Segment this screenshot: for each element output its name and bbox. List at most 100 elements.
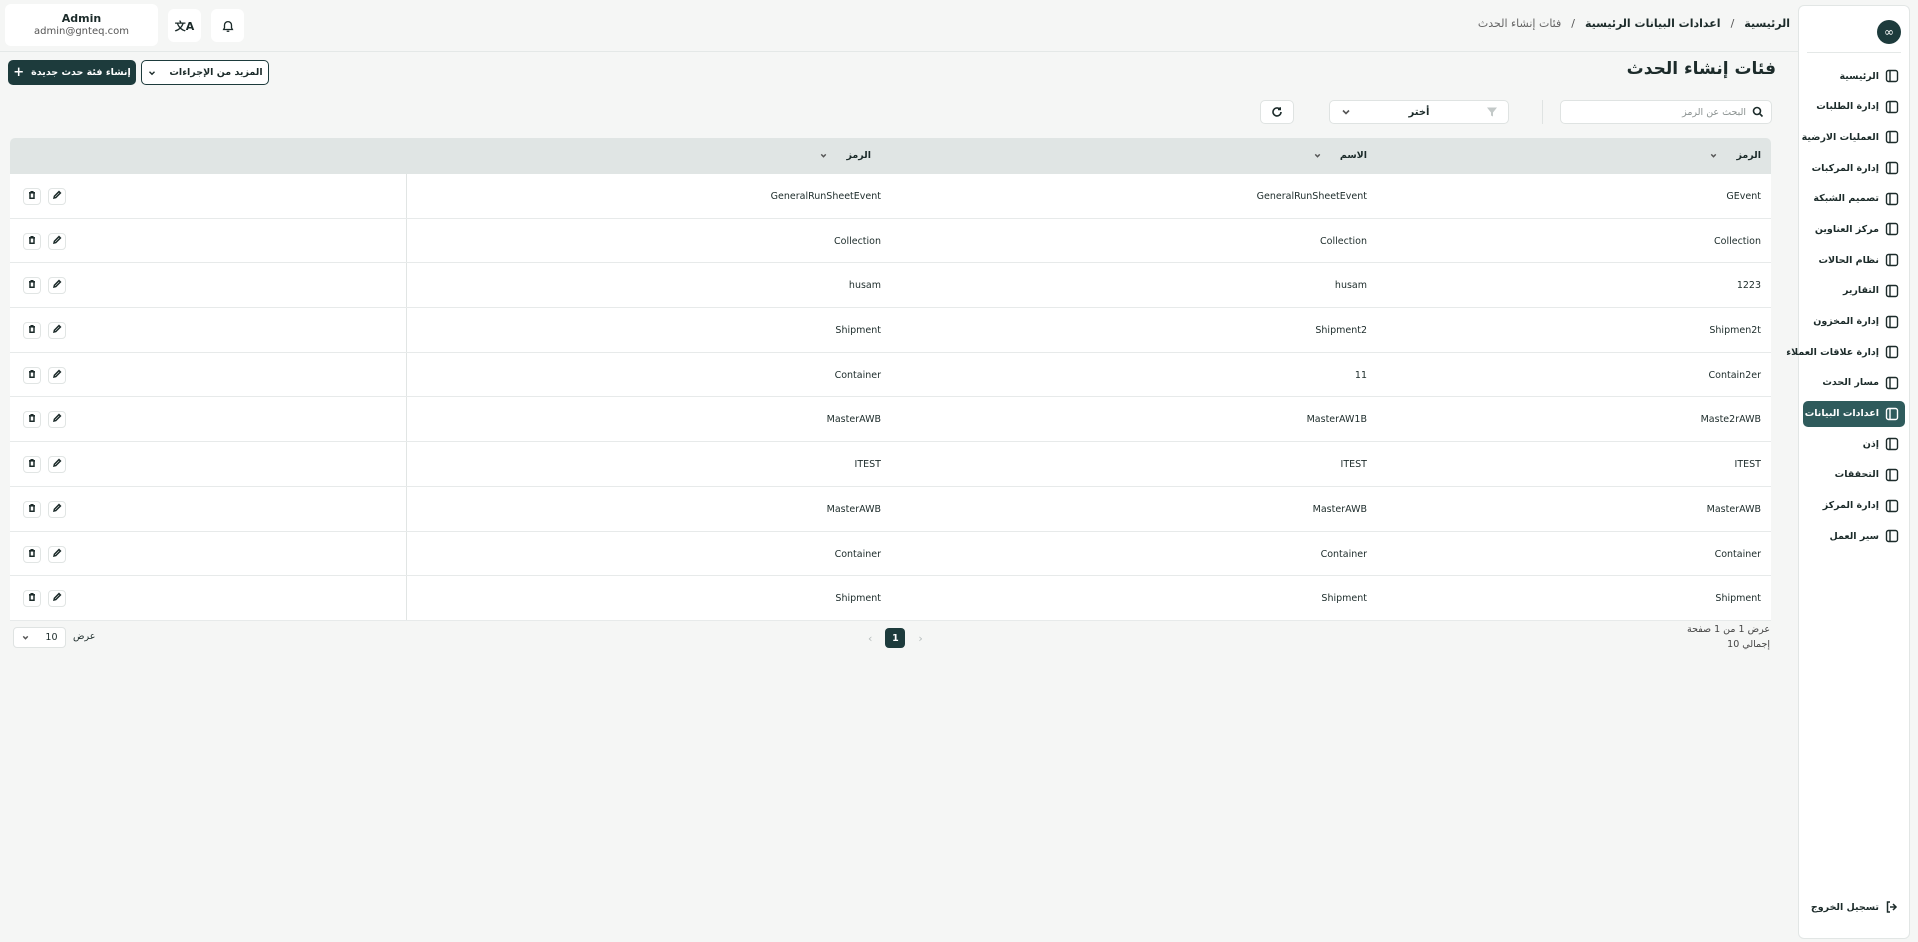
search-icon	[1752, 106, 1764, 118]
sidebar-item[interactable]: مسار الحدث	[1803, 370, 1905, 396]
page-info-text: عرض 1 من 1 صفحة	[1686, 624, 1770, 635]
edit-button[interactable]	[48, 322, 66, 340]
cell-code: ITEST	[1734, 459, 1761, 471]
cell-name: 11	[1354, 369, 1367, 381]
notifications-button[interactable]	[211, 9, 244, 42]
column-divider	[406, 531, 407, 576]
pagination: ‹ 1 ›	[868, 628, 923, 648]
sidebar-item-label: العمليات الارضية	[1801, 131, 1879, 143]
table-row: Shipment Shipment Shipment	[10, 576, 1771, 621]
edit-button[interactable]	[48, 188, 66, 205]
column-divider	[406, 352, 407, 397]
edit-button[interactable]	[48, 411, 66, 429]
sidebar-item-label: إدارة المركبات	[1811, 162, 1879, 174]
chevron-down-icon	[1711, 153, 1717, 158]
pencil-icon	[52, 503, 62, 516]
cell-name: GeneralRunSheetEvent	[1256, 191, 1367, 202]
breadcrumb-home[interactable]: الرئيسية	[1744, 17, 1790, 30]
per-page-select[interactable]: 10	[13, 627, 66, 648]
delete-button[interactable]	[23, 322, 41, 340]
sidebar-item[interactable]: الرئيسية	[1803, 63, 1905, 89]
create-event-category-button[interactable]: + إنشاء فئة حدث جديدة	[8, 60, 136, 85]
sidebar-item-label: سير العمل	[1829, 530, 1879, 542]
sidebar-item[interactable]: إدارة المركز	[1803, 493, 1905, 519]
edit-button[interactable]	[48, 500, 66, 518]
translate-button[interactable]: 文A	[168, 9, 201, 42]
sidebar-item[interactable]: اعدادات البيانات	[1803, 400, 1905, 427]
delete-button[interactable]	[23, 411, 41, 429]
edit-button[interactable]	[48, 456, 66, 474]
delete-button[interactable]	[23, 545, 41, 563]
column-divider	[406, 218, 407, 263]
delete-button[interactable]	[23, 456, 41, 474]
event-categories-table: الرمز الاسم الرمز GEvent GeneralRunSheetE…	[10, 138, 1771, 621]
app-logo[interactable]: ∞	[1877, 20, 1901, 44]
delete-button[interactable]	[23, 277, 41, 295]
edit-button[interactable]	[48, 232, 66, 250]
search-box[interactable]	[1560, 100, 1772, 124]
table-row: GEvent GeneralRunSheetEvent GeneralRunShee…	[10, 174, 1771, 219]
sidebar-item[interactable]: إدارة علاقات العملاء	[1786, 339, 1905, 365]
sidebar-item[interactable]: العمليات الارضية	[1801, 124, 1905, 150]
delete-button[interactable]	[23, 590, 41, 608]
sidebar-item[interactable]: إدارة المركبات	[1803, 155, 1905, 181]
pencil-icon	[52, 279, 62, 292]
logout-icon	[1886, 901, 1898, 913]
cell-code: 1223	[1736, 280, 1761, 292]
column-header-code[interactable]: الرمز	[1709, 150, 1761, 161]
sidebar-item[interactable]: التحققات	[1803, 462, 1905, 488]
sidebar-item[interactable]: سير العمل	[1803, 523, 1905, 549]
trash-icon	[27, 458, 37, 471]
edit-button[interactable]	[48, 590, 66, 608]
table-row: MasterAWB MasterAWB MasterAWB	[10, 486, 1771, 532]
sidebar-item[interactable]: التقارير	[1803, 278, 1905, 304]
delete-button[interactable]	[23, 232, 41, 250]
sidebar-item[interactable]: نظام الحالات	[1803, 247, 1905, 273]
table-row: Maste2rAWB MasterAW1B MasterAWB	[10, 397, 1771, 443]
cell-name: Shipment2	[1315, 325, 1367, 337]
table-row: Container Container Container	[10, 531, 1771, 577]
column-header-name[interactable]: الاسم	[1313, 150, 1367, 161]
edit-button[interactable]	[48, 277, 66, 295]
logout-button[interactable]: تسجيل الخروج	[1811, 900, 1899, 914]
edit-button[interactable]	[48, 366, 66, 384]
cell-code-2: Container	[834, 548, 881, 560]
cell-code-2: husam	[848, 280, 881, 292]
breadcrumb-section[interactable]: اعدادات البيانات الرئيسية	[1585, 17, 1721, 30]
route-icon	[1884, 375, 1900, 391]
cell-name: ITEST	[1340, 459, 1367, 471]
trash-icon	[27, 413, 37, 426]
sidebar-item[interactable]: تصميم الشبكة	[1803, 186, 1905, 212]
sidebar-item-label: نظام الحالات	[1818, 254, 1879, 266]
next-page-button[interactable]: ›	[918, 632, 922, 645]
search-input[interactable]	[1576, 106, 1746, 118]
delete-button[interactable]	[23, 500, 41, 518]
sidebar-item-label: إدارة علاقات العملاء	[1786, 346, 1879, 358]
filter-select[interactable]: أختر	[1329, 100, 1509, 124]
table-header: الرمز الاسم الرمز	[10, 138, 1771, 174]
refresh-button[interactable]	[1260, 100, 1294, 124]
sidebar-item[interactable]: إدارة المخزون	[1803, 309, 1905, 335]
page-number-button[interactable]: 1	[885, 628, 906, 648]
trash-icon	[27, 503, 37, 516]
trash-icon	[27, 592, 37, 605]
sidebar-item[interactable]: إدارة الطلبات	[1803, 94, 1905, 120]
cell-code-2: MasterAWB	[826, 503, 881, 515]
tools-icon	[1884, 467, 1900, 483]
hub-icon	[1884, 498, 1900, 514]
more-actions-button[interactable]: المزيد من الإجراءات	[141, 60, 269, 85]
cell-code: Shipment	[1715, 593, 1761, 605]
delete-button[interactable]	[23, 366, 41, 384]
user-card[interactable]: Admin admin@gnteq.com	[5, 4, 158, 46]
delete-button[interactable]	[23, 188, 41, 205]
logout-label: تسجيل الخروج	[1810, 901, 1879, 913]
per-page-label: عرض	[73, 631, 96, 642]
breadcrumb: الرئيسية / اعدادات البيانات الرئيسية / ف…	[1478, 17, 1790, 30]
pencil-icon	[52, 458, 62, 471]
sidebar-item[interactable]: إذن	[1803, 431, 1905, 457]
sidebar-item[interactable]: مركز العناوين	[1803, 216, 1905, 242]
previous-page-button[interactable]: ‹	[868, 632, 872, 645]
edit-button[interactable]	[48, 545, 66, 563]
column-header-code-2[interactable]: الرمز	[819, 150, 871, 161]
pencil-icon	[52, 324, 62, 337]
